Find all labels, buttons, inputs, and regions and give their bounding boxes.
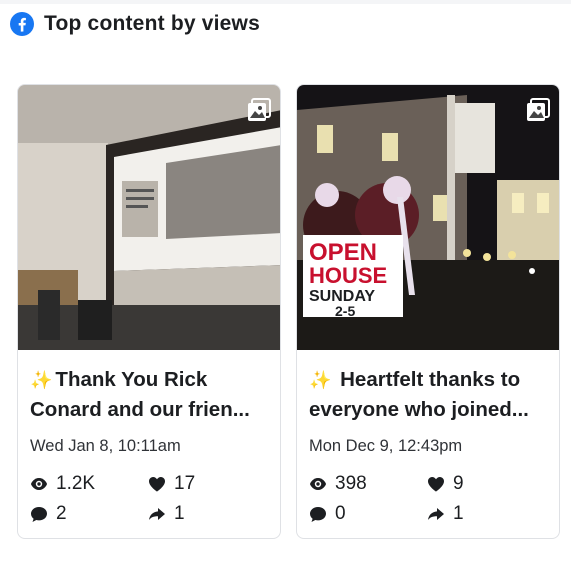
sparkle-icon: ✨: [30, 370, 53, 390]
comments-count: 2: [56, 503, 67, 524]
post-thumbnail[interactable]: OPEN HOUSE SUNDAY 2-5: [297, 85, 559, 350]
presentation-photo: [18, 85, 280, 350]
content-card[interactable]: ✨ Thank You Rick Conard and our frien... …: [17, 84, 281, 539]
post-thumbnail[interactable]: [18, 85, 280, 350]
facebook-icon: [10, 12, 34, 36]
eye-icon: [31, 478, 47, 490]
post-caption: ✨ Heartfelt thanks to everyone who joine…: [309, 365, 549, 425]
share-icon: [428, 508, 444, 520]
comment-icon: [31, 506, 47, 522]
comment-icon: [310, 506, 326, 522]
photo-album-icon: [527, 98, 550, 121]
open-house-photo: OPEN HOUSE SUNDAY 2-5: [297, 85, 559, 350]
svg-text:OPEN: OPEN: [309, 239, 377, 266]
views-stat: 398: [309, 473, 367, 495]
likes-count: 9: [453, 473, 464, 494]
sparkle-icon: ✨: [309, 370, 332, 390]
shares-stat: 1: [427, 503, 464, 525]
share-icon: [149, 508, 165, 520]
post-caption: ✨ Thank You Rick Conard and our frien...: [30, 365, 270, 425]
post-date: Wed Jan 8, 10:11am: [30, 437, 181, 455]
shares-stat: 1: [148, 503, 185, 525]
shares-count: 1: [453, 503, 464, 524]
shares-count: 1: [174, 503, 185, 524]
caption-line-1: Thank You Rick: [55, 368, 208, 391]
caption-line-2: Conard and our frien...: [30, 398, 250, 421]
likes-stat: 9: [427, 473, 464, 495]
post-stats: 1.2K 17 2 1: [30, 473, 270, 533]
views-count: 398: [335, 473, 367, 494]
views-count: 1.2K: [56, 473, 96, 494]
heart-icon: [149, 477, 165, 492]
svg-text:2-5: 2-5: [335, 303, 355, 319]
top-content-panel: Top content by views ✨ Thank You Rick Co…: [0, 4, 571, 561]
caption-line-2: everyone who joined...: [309, 398, 529, 421]
eye-icon: [310, 478, 326, 490]
comments-stat: 2: [30, 503, 67, 525]
likes-count: 17: [174, 473, 196, 494]
photo-album-icon: [248, 98, 271, 121]
post-stats: 398 9 0 1: [309, 473, 549, 533]
panel-header: Top content by views: [10, 10, 260, 38]
svg-text:HOUSE: HOUSE: [309, 263, 387, 288]
post-date: Mon Dec 9, 12:43pm: [309, 437, 463, 455]
comments-stat: 0: [309, 503, 346, 525]
views-stat: 1.2K: [30, 473, 95, 495]
heart-icon: [428, 477, 444, 492]
comments-count: 0: [335, 503, 346, 524]
likes-stat: 17: [148, 473, 195, 495]
open-house-sign: OPEN HOUSE SUNDAY 2-5: [303, 235, 403, 319]
caption-line-1: Heartfelt thanks to: [340, 368, 521, 391]
panel-title: Top content by views: [44, 12, 260, 35]
content-card[interactable]: OPEN HOUSE SUNDAY 2-5 ✨ Heartfelt thanks…: [296, 84, 560, 539]
